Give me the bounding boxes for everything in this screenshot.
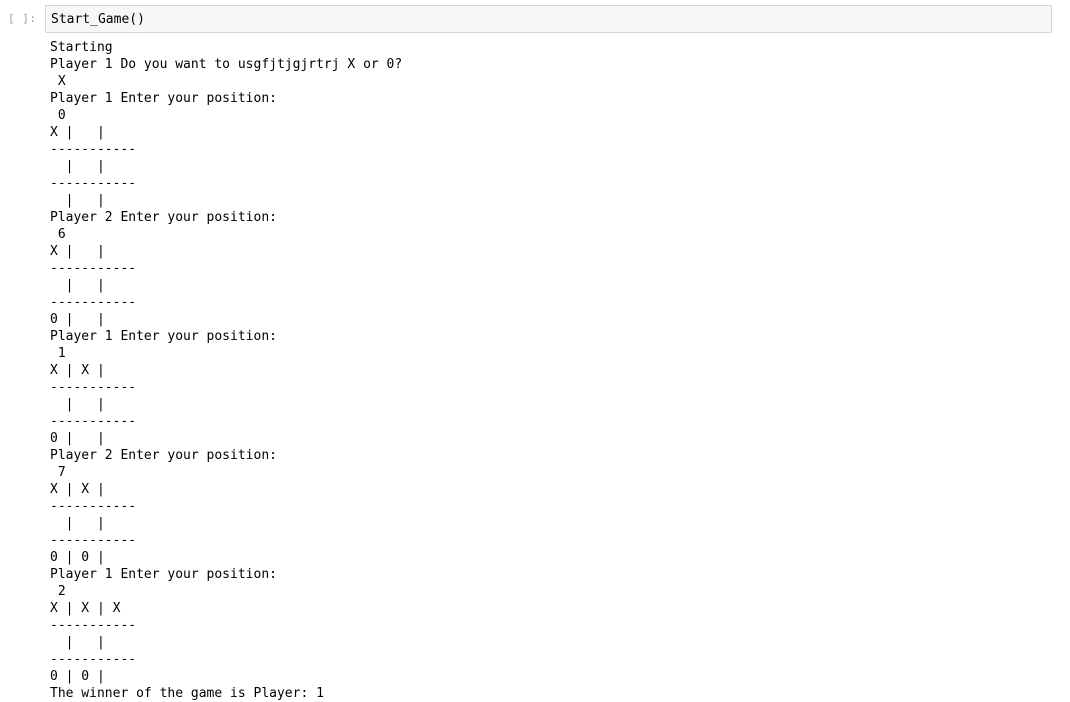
- output-line: -----------: [50, 414, 137, 429]
- output-line: Player 1 Enter your position:: [50, 91, 277, 106]
- output-line: 0 | |: [50, 312, 105, 327]
- code-input-area[interactable]: Start_Game(): [45, 5, 1052, 33]
- output-line: Starting: [50, 40, 113, 55]
- cell-prompt: [ ]:: [8, 12, 37, 25]
- output-line: | |: [50, 278, 105, 293]
- output-line: 6: [50, 227, 66, 242]
- output-line: -----------: [50, 533, 137, 548]
- output-line: | |: [50, 159, 105, 174]
- output-line: | |: [50, 516, 105, 531]
- output-line: The winner of the game is Player: 1: [50, 686, 324, 701]
- cell-output: Starting Player 1 Do you want to usgfjtjg…: [50, 39, 402, 702]
- output-line: X | X | X: [50, 601, 121, 616]
- output-line: | |: [50, 397, 105, 412]
- output-line: -----------: [50, 261, 137, 276]
- output-line: 7: [50, 465, 66, 480]
- output-line: X | |: [50, 125, 105, 140]
- output-line: -----------: [50, 176, 137, 191]
- output-line: X: [50, 74, 66, 89]
- output-line: Player 2 Enter your position:: [50, 210, 277, 225]
- output-line: Player 1 Do you want to usgfjtjgjrtrj X …: [50, 57, 403, 72]
- output-line: -----------: [50, 499, 137, 514]
- output-line: X | |: [50, 244, 105, 259]
- output-line: Player 1 Enter your position:: [50, 567, 277, 582]
- output-line: -----------: [50, 380, 137, 395]
- output-line: | |: [50, 193, 105, 208]
- output-line: 2: [50, 584, 66, 599]
- output-line: | |: [50, 635, 105, 650]
- output-line: -----------: [50, 618, 137, 633]
- code-text[interactable]: Start_Game(): [51, 12, 145, 27]
- output-line: 0 | 0 |: [50, 550, 105, 565]
- output-line: 0: [50, 108, 66, 123]
- output-line: X | X |: [50, 363, 105, 378]
- output-line: -----------: [50, 295, 137, 310]
- output-line: 0 | 0 |: [50, 669, 105, 684]
- output-line: Player 1 Enter your position:: [50, 329, 277, 344]
- output-line: -----------: [50, 142, 137, 157]
- output-line: -----------: [50, 652, 137, 667]
- notebook-cell: [ ]: Start_Game() Starting Player 1 Do yo…: [0, 0, 1070, 702]
- output-line: X | X |: [50, 482, 105, 497]
- output-line: Player 2 Enter your position:: [50, 448, 277, 463]
- output-line: 0 | |: [50, 431, 105, 446]
- output-line: 1: [50, 346, 66, 361]
